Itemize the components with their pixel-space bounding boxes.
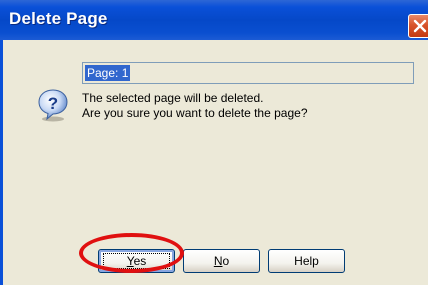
question-icon: ? [38, 89, 68, 122]
message-text: The selected page will be deleted. Are y… [82, 91, 308, 121]
message-line-1: The selected page will be deleted. [82, 91, 264, 105]
yes-button[interactable]: Yes [98, 249, 175, 273]
help-label: Help [294, 254, 319, 268]
close-icon [413, 19, 427, 33]
delete-page-dialog: Delete Page Page: 1 ? The selected page … [0, 0, 428, 285]
help-button[interactable]: Help [268, 249, 345, 273]
page-field-value: Page: 1 [85, 65, 131, 81]
dialog-body: Page: 1 ? The selected page will be dele… [0, 40, 428, 285]
message-line-2: Are you sure you want to delete the page… [82, 106, 308, 120]
no-label-rest: o [222, 254, 230, 268]
no-button[interactable]: No [183, 249, 260, 273]
close-button[interactable] [408, 14, 428, 38]
svg-text:?: ? [48, 94, 58, 113]
dialog-title: Delete Page [9, 9, 108, 28]
page-field[interactable]: Page: 1 [82, 62, 414, 84]
yes-label-rest: es [133, 254, 147, 268]
yes-mnemonic: Y [126, 254, 134, 268]
title-bar[interactable]: Delete Page [0, 0, 428, 40]
